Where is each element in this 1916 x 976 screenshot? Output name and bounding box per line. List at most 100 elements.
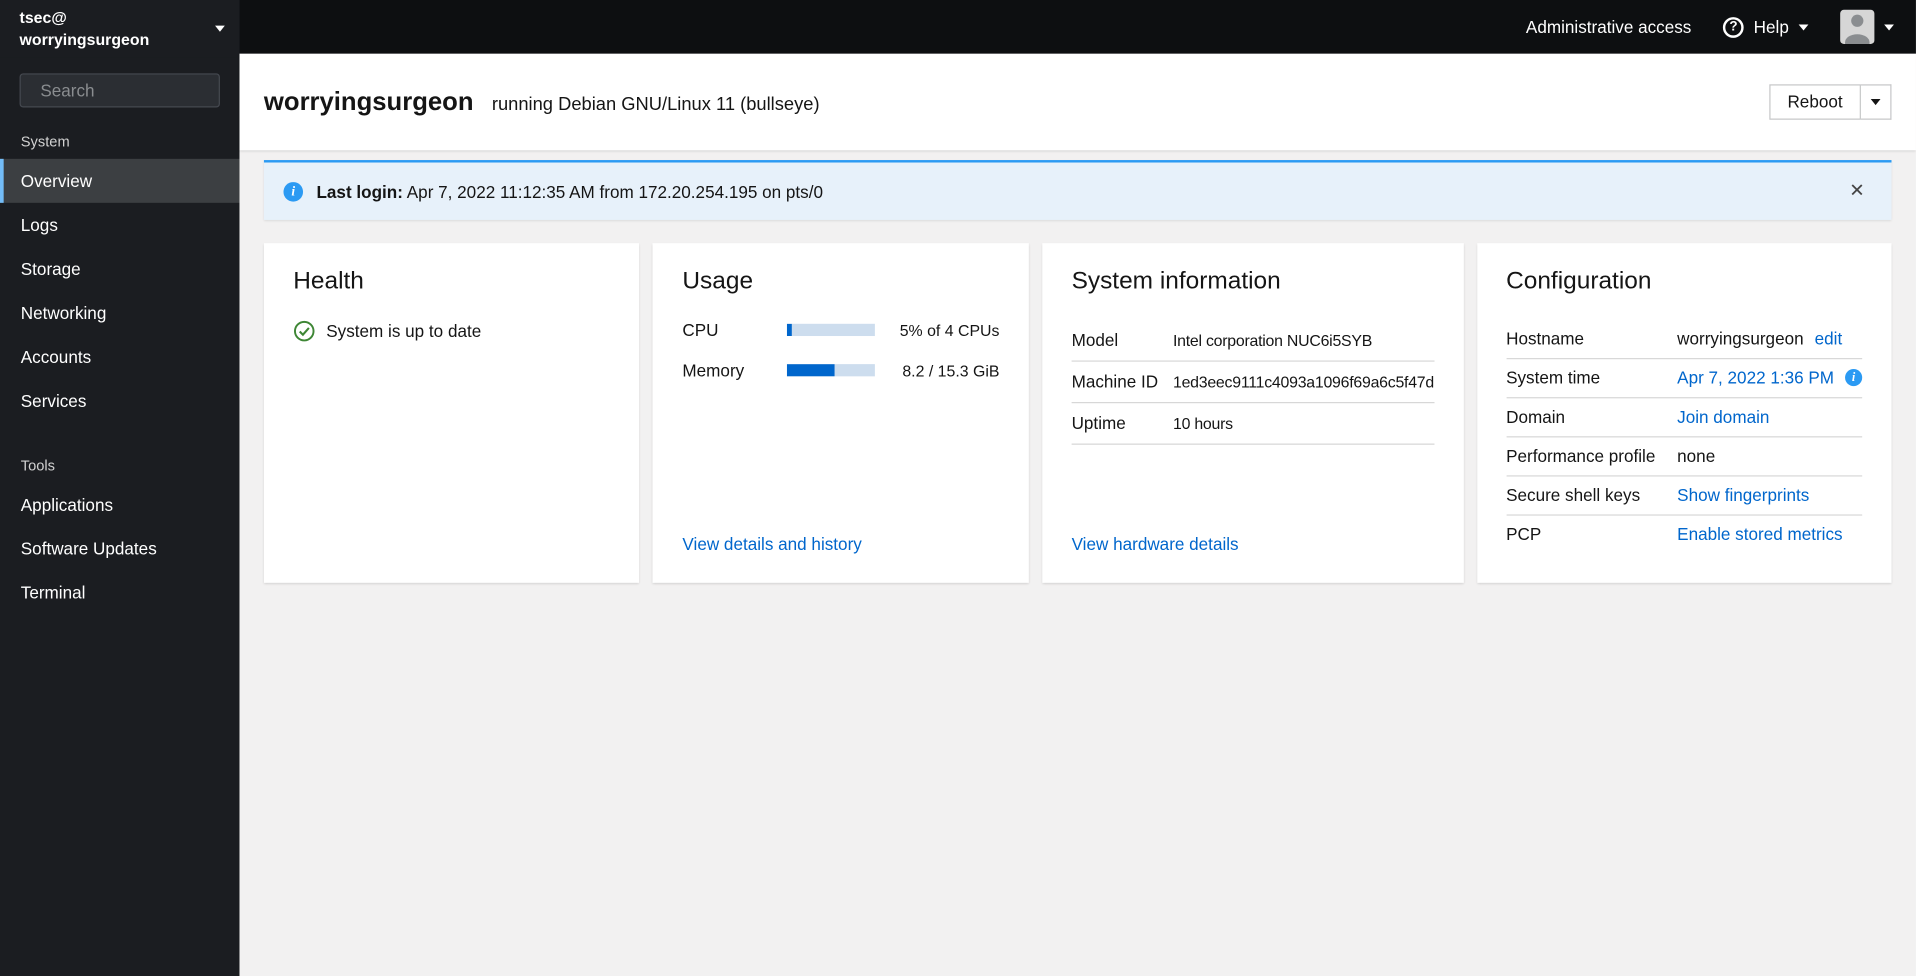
caret-down-icon xyxy=(1798,23,1809,30)
system-information-title: System information xyxy=(1071,267,1281,295)
alert-label: Last login: xyxy=(316,181,403,202)
memory-usage-detail: 8.2 / 15.3 GiB xyxy=(902,361,1000,380)
uptime-value: 10 hours xyxy=(1172,414,1233,433)
sidebar-nav: System Overview Logs Storage Networking … xyxy=(0,110,240,615)
sidebar-search xyxy=(19,73,262,108)
sidebar-item-software-updates[interactable]: Software Updates xyxy=(0,527,239,571)
check-circle-icon xyxy=(293,320,315,342)
health-status-text: System is up to date xyxy=(326,321,482,341)
cpu-usage-row: CPU 5% of 4 CPUs xyxy=(682,320,999,340)
sidebar-item-applications[interactable]: Applications xyxy=(0,483,239,527)
close-icon[interactable]: ✕ xyxy=(1842,180,1872,203)
host-name: worryingsurgeon xyxy=(19,29,150,49)
reboot-button[interactable]: Reboot xyxy=(1769,84,1861,120)
usage-card: Usage CPU 5% of 4 CPUs Memory 8.2 / 15.3… xyxy=(653,243,1029,583)
system-information-card: System information Model Intel corporati… xyxy=(1042,243,1464,583)
overview-cards: Health System is up to date Usage CPU 5%… xyxy=(263,243,1892,583)
avatar xyxy=(1840,9,1875,44)
health-card-title: Health xyxy=(293,267,364,295)
sidebar-item-services[interactable]: Services xyxy=(0,379,239,423)
domain-row: Domain Join domain xyxy=(1506,398,1863,438)
content-area: i Last login: Apr 7, 2022 11:12:35 AM fr… xyxy=(239,150,1915,976)
system-time-link[interactable]: Apr 7, 2022 1:36 PM xyxy=(1677,368,1834,388)
model-value: Intel corporation NUC6i5SYB xyxy=(1172,331,1373,350)
sidebar-item-storage[interactable]: Storage xyxy=(0,247,239,291)
help-menu-button[interactable]: ? Help xyxy=(1723,16,1809,38)
nav-section-system-label: System xyxy=(20,133,70,151)
app-frame: tsec@ worryingsurgeon System Overview Lo… xyxy=(0,0,1916,976)
sidebar-item-logs[interactable]: Logs xyxy=(0,203,239,247)
system-time-value-group: Apr 7, 2022 1:36 PM i xyxy=(1677,368,1863,388)
hostname-value-group: worryingsurgeon edit xyxy=(1677,329,1862,349)
system-time-label: System time xyxy=(1506,367,1601,388)
administrative-access-button[interactable]: Administrative access xyxy=(1526,17,1691,37)
page-title: worryingsurgeon xyxy=(263,87,474,116)
secure-shell-keys-row: Secure shell keys Show fingerprints xyxy=(1506,477,1863,516)
model-row: Model Intel corporation NUC6i5SYB xyxy=(1071,320,1434,362)
domain-value-group: Join domain xyxy=(1677,407,1862,427)
page: tsec@ worryingsurgeon System Overview Lo… xyxy=(0,0,1916,976)
enable-stored-metrics-link[interactable]: Enable stored metrics xyxy=(1677,524,1842,544)
configuration-card: Configuration Hostname worryingsurgeon e… xyxy=(1476,243,1892,583)
question-circle-icon: ? xyxy=(1723,16,1744,38)
cpu-label: CPU xyxy=(682,320,719,340)
hostname-value: worryingsurgeon xyxy=(1677,328,1804,349)
domain-label: Domain xyxy=(1506,406,1566,427)
last-login-alert: i Last login: Apr 7, 2022 11:12:35 AM fr… xyxy=(263,160,1892,220)
administrative-access-label: Administrative access xyxy=(1525,17,1692,37)
host-switcher[interactable]: tsec@ worryingsurgeon xyxy=(0,0,240,58)
chevron-down-icon xyxy=(215,25,225,32)
hostname-edit-link[interactable]: edit xyxy=(1815,329,1843,349)
cpu-usage-detail: 5% of 4 CPUs xyxy=(899,320,1000,340)
sidebar-item-accounts[interactable]: Accounts xyxy=(0,335,239,379)
sidebar-item-terminal[interactable]: Terminal xyxy=(0,571,239,615)
view-hardware-details-link[interactable]: View hardware details xyxy=(1072,534,1239,554)
alert-text: Last login: Apr 7, 2022 11:12:35 AM from… xyxy=(316,181,823,201)
sidebar-item-overview[interactable]: Overview xyxy=(0,158,240,203)
nav-section-tools-label: Tools xyxy=(20,457,56,475)
help-label: Help xyxy=(1753,17,1789,37)
pcp-value-group: Enable stored metrics xyxy=(1677,524,1862,544)
os-subtitle: running Debian GNU/Linux 11 (bullseye) xyxy=(491,93,820,115)
performance-profile-row: Performance profile none xyxy=(1506,437,1863,477)
alert-message: Apr 7, 2022 11:12:35 AM from 172.20.254.… xyxy=(402,181,824,202)
uptime-row: Uptime 10 hours xyxy=(1071,403,1434,445)
pcp-label: PCP xyxy=(1506,524,1542,544)
main-column: Administrative access ? Help worryingsur… xyxy=(239,0,1916,976)
search-input[interactable] xyxy=(40,80,262,101)
memory-label: Memory xyxy=(682,360,745,381)
hostname-row: Hostname worryingsurgeon edit xyxy=(1506,320,1863,360)
info-circle-icon[interactable]: i xyxy=(1845,369,1863,387)
health-card: Health System is up to date xyxy=(263,243,640,583)
page-header: worryingsurgeon running Debian GNU/Linux… xyxy=(239,53,1916,151)
hostname-label: Hostname xyxy=(1506,328,1585,349)
show-fingerprints-link[interactable]: Show fingerprints xyxy=(1677,485,1809,505)
model-label: Model xyxy=(1071,329,1119,350)
performance-profile-label: Performance profile xyxy=(1506,445,1656,466)
caret-down-icon xyxy=(1870,98,1881,106)
secure-shell-keys-label: Secure shell keys xyxy=(1506,485,1641,505)
session-menu-button[interactable] xyxy=(1840,9,1894,44)
memory-progress-bar xyxy=(787,364,875,377)
usage-card-title: Usage xyxy=(682,267,754,295)
reboot-split-button: Reboot xyxy=(1769,84,1892,120)
memory-usage-row: Memory 8.2 / 15.3 GiB xyxy=(682,360,999,380)
performance-profile-value: none xyxy=(1677,445,1716,466)
view-details-history-link[interactable]: View details and history xyxy=(682,534,861,554)
machine-id-value: 1ed3eec9111c4093a1096f69a6c5f47d xyxy=(1172,372,1434,392)
memory-progress-fill xyxy=(787,364,835,377)
host-user: tsec@ xyxy=(19,8,67,27)
sidebar-item-networking[interactable]: Networking xyxy=(0,291,239,335)
health-status-row: System is up to date xyxy=(293,320,610,342)
machine-id-label: Machine ID xyxy=(1071,371,1159,392)
cpu-progress-bar xyxy=(787,323,875,337)
masthead: Administrative access ? Help xyxy=(239,0,1916,54)
sidebar: tsec@ worryingsurgeon System Overview Lo… xyxy=(0,0,262,976)
reboot-menu-toggle[interactable] xyxy=(1860,84,1892,120)
info-circle-icon: i xyxy=(283,181,304,202)
configuration-title: Configuration xyxy=(1506,267,1652,295)
cpu-progress-fill xyxy=(787,323,792,337)
join-domain-link[interactable]: Join domain xyxy=(1677,407,1769,427)
machine-id-row: Machine ID 1ed3eec9111c4093a1096f69a6c5f… xyxy=(1071,362,1434,404)
secure-shell-keys-value-group: Show fingerprints xyxy=(1677,485,1862,505)
